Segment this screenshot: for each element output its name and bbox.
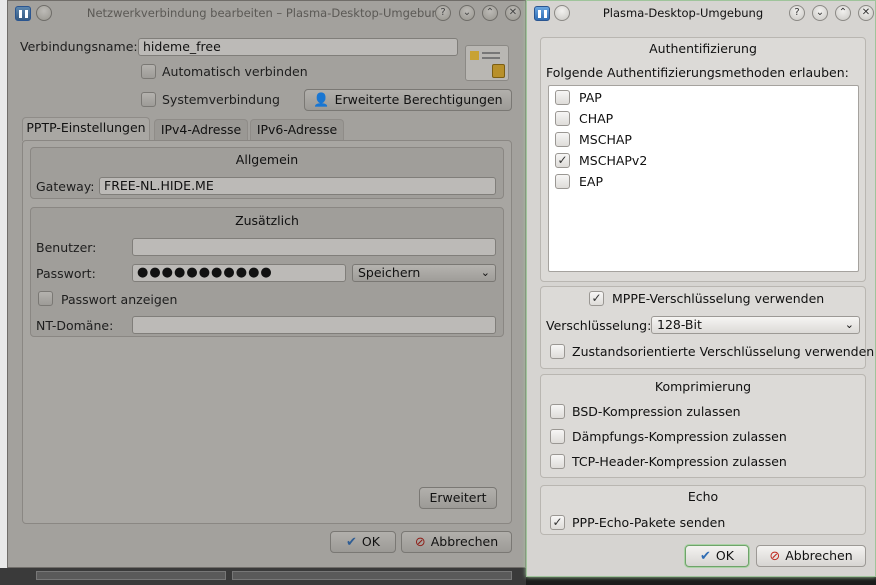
cancel-icon: ⊘ <box>769 549 781 564</box>
user-permissions-icon: 👤 <box>313 93 330 108</box>
compression-group: Komprimierung BSD-Kompression zulassen D… <box>540 374 866 478</box>
general-group: Allgemein Gateway: FREE-NL.HIDE.ME <box>30 147 504 199</box>
tcp-header-compression-label: TCP-Header-Kompression zulassen <box>572 454 787 469</box>
ppp-echo-label: PPP-Echo-Pakete senden <box>572 515 726 530</box>
minimize-button[interactable]: ⌄ <box>459 5 475 21</box>
auto-connect-label: Automatisch verbinden <box>162 64 308 79</box>
additional-group-title: Zusätzlich <box>235 213 299 228</box>
minimize-button[interactable]: ⌄ <box>812 5 828 21</box>
window-title: Plasma-Desktop-Umgebung <box>602 6 764 20</box>
show-password-label: Passwort anzeigen <box>61 292 178 307</box>
tab-ipv6[interactable]: IPv6-Adresse <box>250 119 344 141</box>
check-icon: ✔ <box>700 549 711 564</box>
tab-panel: Allgemein Gateway: FREE-NL.HIDE.ME Zusät… <box>22 140 512 524</box>
tab-pptp-settings[interactable]: PPTP-Einstellungen <box>22 117 150 141</box>
mschap-label: MSCHAP <box>579 132 632 147</box>
password-input[interactable]: ●●●●●●●●●●● <box>132 264 346 282</box>
show-password-checkbox[interactable] <box>38 291 53 306</box>
maximize-button[interactable]: ⌃ <box>835 5 851 21</box>
system-connection-label: Systemverbindung <box>162 92 280 107</box>
connection-name-input[interactable]: hideme_free <box>138 38 458 56</box>
general-group-title: Allgemein <box>235 152 299 167</box>
list-item[interactable]: CHAP <box>549 108 858 129</box>
deflate-compression-checkbox[interactable] <box>550 429 565 444</box>
user-label: Benutzer: <box>36 240 97 255</box>
echo-group: Echo ✓ PPP-Echo-Pakete senden <box>540 485 866 535</box>
connection-name-label: Verbindungsname: <box>20 39 138 54</box>
compression-group-title: Komprimierung <box>654 379 752 394</box>
auth-methods-label: Folgende Authentifizierungsmethoden erla… <box>546 65 849 80</box>
gateway-input[interactable]: FREE-NL.HIDE.ME <box>99 177 496 195</box>
echo-group-title: Echo <box>687 489 719 504</box>
taskbar-fragment <box>0 568 526 585</box>
additional-group: Zusätzlich Benutzer: Passwort: ●●●●●●●●●… <box>30 207 504 337</box>
cancel-icon: ⊘ <box>414 535 426 550</box>
pptp-advanced-dialog: Plasma-Desktop-Umgebung ? ⌄ ⌃ ✕ Authenti… <box>526 0 876 577</box>
ppp-echo-checkbox[interactable]: ✓ <box>550 515 565 530</box>
eap-label: EAP <box>579 174 603 189</box>
cancel-button[interactable]: ⊘ Abbrechen <box>756 545 866 567</box>
close-button[interactable]: ✕ <box>858 5 874 21</box>
tcp-header-compression-checkbox[interactable] <box>550 454 565 469</box>
mppe-label: MPPE-Verschlüsselung verwenden <box>612 291 825 306</box>
taskbar-item[interactable] <box>232 571 512 580</box>
chap-label: CHAP <box>579 111 614 126</box>
close-button[interactable]: ✕ <box>505 5 521 21</box>
ok-button[interactable]: ✔ OK <box>685 545 749 567</box>
stateful-encryption-checkbox[interactable] <box>550 344 565 359</box>
pap-label: PAP <box>579 90 602 105</box>
pap-checkbox[interactable] <box>555 90 570 105</box>
titlebar[interactable]: Plasma-Desktop-Umgebung ? ⌄ ⌃ ✕ <box>527 1 875 25</box>
nt-domain-label: NT-Domäne: <box>36 318 114 333</box>
user-input[interactable] <box>132 238 496 256</box>
auth-methods-list: PAP CHAP MSCHAP ✓ MSCHAPv2 EAP <box>548 85 859 272</box>
help-button[interactable]: ? <box>435 5 451 21</box>
lock-icon <box>492 64 505 78</box>
auto-connect-checkbox[interactable] <box>141 64 156 79</box>
connection-id-card-icon <box>465 45 509 81</box>
password-store-select[interactable]: Speichern ⌄ <box>352 264 496 282</box>
authentication-group-title: Authentifizierung <box>649 41 757 56</box>
titlebar[interactable]: Netzwerkverbindung bearbeiten – Plasma-D… <box>8 1 525 25</box>
tab-ipv4[interactable]: IPv4-Adresse <box>154 119 248 141</box>
bsd-compression-label: BSD-Kompression zulassen <box>572 404 741 419</box>
list-item[interactable]: MSCHAP <box>549 129 858 150</box>
list-item[interactable]: PAP <box>549 87 858 108</box>
mppe-checkbox[interactable]: ✓ <box>589 291 604 306</box>
ok-button[interactable]: ✔ OK <box>330 531 396 553</box>
check-icon: ✔ <box>346 535 357 550</box>
eap-checkbox[interactable] <box>555 174 570 189</box>
gateway-label: Gateway: <box>36 179 95 194</box>
advanced-button[interactable]: Erweitert <box>419 487 497 509</box>
network-app-icon <box>534 6 550 21</box>
bsd-compression-checkbox[interactable] <box>550 404 565 419</box>
password-label: Passwort: <box>36 266 96 281</box>
maximize-button[interactable]: ⌃ <box>482 5 498 21</box>
mschap-checkbox[interactable] <box>555 132 570 147</box>
advanced-permissions-button[interactable]: 👤 Erweiterte Berechtigungen <box>304 89 512 111</box>
system-connection-checkbox[interactable] <box>141 92 156 107</box>
encryption-label: Verschlüsselung: <box>546 318 652 333</box>
network-connection-editor-window: Netzwerkverbindung bearbeiten – Plasma-D… <box>7 0 526 568</box>
deflate-compression-label: Dämpfungs-Kompression zulassen <box>572 429 787 444</box>
taskbar-item[interactable] <box>36 571 226 580</box>
cancel-button[interactable]: ⊘ Abbrechen <box>401 531 512 553</box>
list-item[interactable]: ✓ MSCHAPv2 <box>549 150 858 171</box>
mschapv2-label: MSCHAPv2 <box>579 153 648 168</box>
stateful-encryption-label: Zustandsorientierte Verschlüsselung verw… <box>572 344 875 359</box>
chap-checkbox[interactable] <box>555 111 570 126</box>
help-button[interactable]: ? <box>789 5 805 21</box>
chevron-down-icon: ⌄ <box>844 318 854 331</box>
nt-domain-input[interactable] <box>132 316 496 334</box>
list-item[interactable]: EAP <box>549 171 858 192</box>
chevron-down-icon: ⌄ <box>480 266 490 279</box>
authentication-group: Authentifizierung Folgende Authentifizie… <box>540 37 866 282</box>
pin-button[interactable] <box>554 5 570 21</box>
encryption-select[interactable]: 128-Bit ⌄ <box>651 316 860 334</box>
mppe-group: ✓ MPPE-Verschlüsselung verwenden Verschl… <box>540 286 874 369</box>
mschapv2-checkbox[interactable]: ✓ <box>555 153 570 168</box>
